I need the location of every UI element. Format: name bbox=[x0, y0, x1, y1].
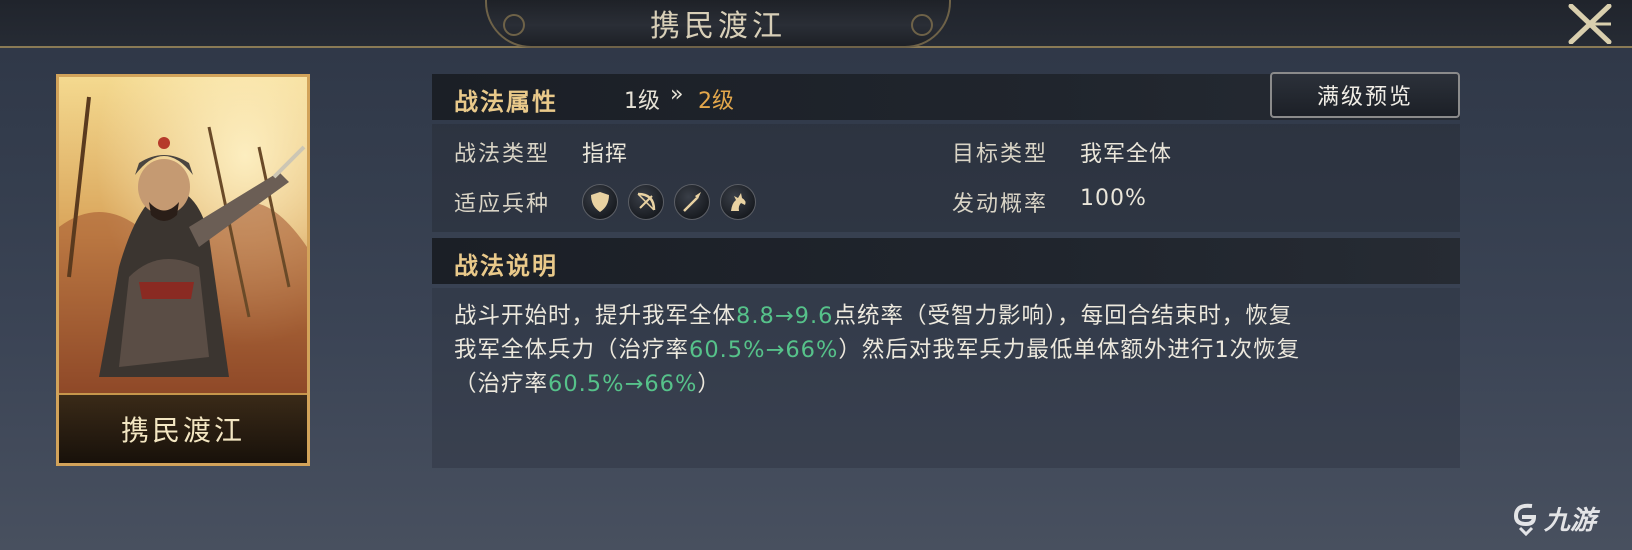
horse-icon bbox=[720, 184, 756, 220]
description-text: （治疗率 bbox=[454, 371, 549, 397]
description-line-2: 我军全体兵力（治疗率60.5%→66%）然后对我军兵力最低单体额外进行1次恢复 bbox=[454, 332, 1300, 364]
level-to: 2级 bbox=[698, 89, 734, 114]
skill-type-label: 战法类型 bbox=[454, 142, 551, 167]
close-button[interactable] bbox=[1565, 2, 1615, 46]
description-text: 战斗开始时，提升我军全体 bbox=[454, 303, 737, 329]
bow-icon bbox=[628, 184, 664, 220]
shield-icon bbox=[582, 184, 618, 220]
description-value: 8.8→9.6 bbox=[736, 303, 834, 329]
description-text: ）然后对我军兵力最低单体额外进行1次恢复 bbox=[838, 337, 1301, 363]
skill-type-value: 指挥 bbox=[582, 142, 629, 167]
troop-types-label: 适应兵种 bbox=[454, 192, 551, 217]
max-level-preview-button[interactable]: 满级预览 bbox=[1270, 72, 1460, 118]
description-value: 60.5%→66% bbox=[548, 371, 698, 397]
description-header: 战法说明 bbox=[432, 238, 1460, 284]
attribute-panel: 战法类型 指挥 目标类型 我军全体 适应兵种 发动概率 100% bbox=[432, 124, 1460, 232]
description-text: ） bbox=[697, 371, 721, 397]
target-type-label: 目标类型 bbox=[952, 142, 1049, 167]
card-name-plate: 携民渡江 bbox=[59, 393, 307, 463]
skill-card: 携民渡江 bbox=[56, 74, 310, 466]
jiuyou-logo-icon bbox=[1513, 503, 1537, 536]
target-type-value: 我军全体 bbox=[1080, 142, 1173, 167]
close-icon bbox=[1568, 4, 1612, 44]
description-header-label: 战法说明 bbox=[454, 252, 558, 280]
description-line-1: 战斗开始时，提升我军全体8.8→9.6点统率（受智力影响），每回合结束时，恢复 bbox=[454, 298, 1292, 330]
level-arrow-icon: » bbox=[670, 82, 684, 107]
top-bar: 携民渡江 bbox=[0, 0, 1632, 48]
watermark: 九游 bbox=[1510, 500, 1596, 537]
trigger-chance-value: 100% bbox=[1080, 186, 1147, 211]
description-panel: 战斗开始时，提升我军全体8.8→9.6点统率（受智力影响），每回合结束时，恢复 … bbox=[432, 288, 1460, 468]
spear-icon bbox=[674, 184, 710, 220]
troop-type-icons bbox=[582, 184, 756, 220]
description-text: 点统率（受智力影响），每回合结束时，恢复 bbox=[833, 303, 1293, 329]
description-line-3: （治疗率60.5%→66%） bbox=[454, 366, 721, 398]
general-portrait bbox=[59, 77, 307, 393]
trigger-chance-label: 发动概率 bbox=[952, 192, 1049, 217]
description-value: 60.5%→66% bbox=[689, 337, 839, 363]
level-from: 1级 bbox=[624, 89, 660, 114]
title-plate: 携民渡江 bbox=[485, 0, 951, 48]
watermark-text: 九游 bbox=[1544, 506, 1597, 536]
window-title: 携民渡江 bbox=[650, 9, 786, 44]
description-text: 我军全体兵力（治疗率 bbox=[454, 337, 690, 363]
attribute-header-label: 战法属性 bbox=[454, 88, 558, 116]
card-name: 携民渡江 bbox=[120, 414, 245, 447]
